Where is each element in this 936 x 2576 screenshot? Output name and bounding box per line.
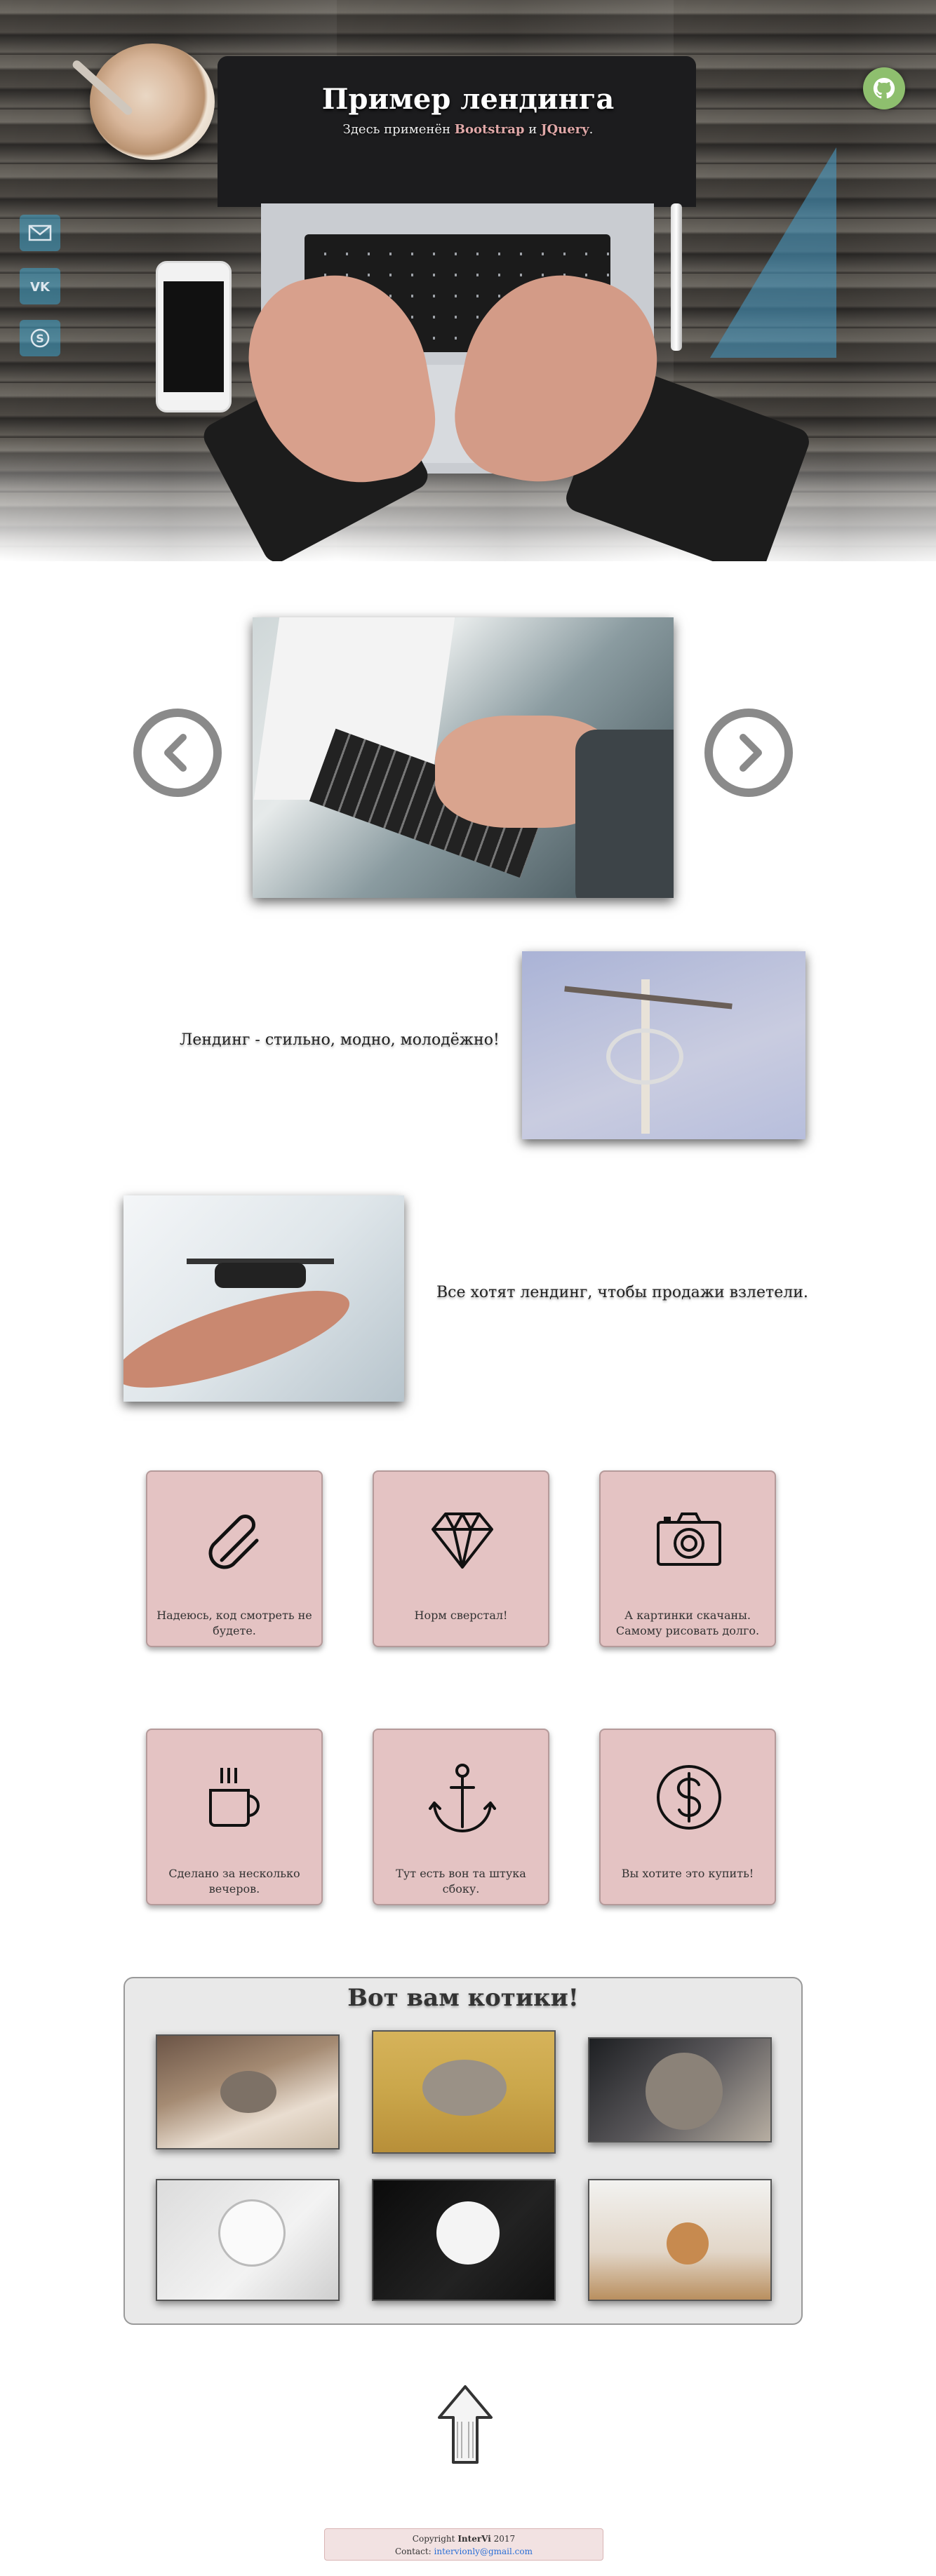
cats-title: Вот вам котики! [347,1984,579,2012]
cats-gallery: Вот вам котики! [123,1977,803,2325]
diamond-icon [432,1512,493,1569]
carousel-prev-button[interactable] [133,709,222,797]
vk-icon: VK [30,280,51,295]
tile-caption: Вы хотите это купить! [621,1867,754,1880]
cat-photo-3[interactable] [588,2037,772,2142]
cat-photo-6[interactable] [588,2179,772,2301]
jquery-highlight: JQuery [540,122,589,137]
pen-photo [671,203,682,351]
skype-icon: S [30,328,50,348]
carousel-next-button[interactable] [704,709,793,797]
camera-icon [657,1512,721,1566]
smartphone-photo [156,261,232,412]
ruler-triangle-photo [710,147,836,358]
page-subtitle: Здесь применён Bootstrap и JQuery. [0,122,936,137]
feature-tile-paperclip: Надеюсь, код смотреть не будете. [146,1470,323,1647]
github-icon [873,77,895,99]
feature-tile-coffee: Сделано за несколько вечеров. [146,1729,323,1905]
contact-label: Contact: [395,2547,432,2556]
skype-link[interactable]: S [20,320,60,356]
subtitle-and: и [528,122,537,137]
drone-photo [123,1195,404,1402]
feature-text-1: Лендинг - стильно, модно, молодёжно! [180,1031,500,1049]
vk-link[interactable]: VK [20,268,60,304]
tile-caption: А картинки скачаны. Самому рисовать долг… [615,1609,760,1637]
tile-caption: Надеюсь, код смотреть не будете. [156,1609,312,1637]
copyright-year: 2017 [493,2534,516,2544]
feature-tile-camera: А картинки скачаны. Самому рисовать долг… [599,1470,776,1647]
paperclip-icon [208,1515,259,1569]
contact-email-link[interactable]: intervionly@gmail.com [434,2547,533,2556]
feature-tile-anchor: Тут есть вон та штука сбоку. [373,1729,549,1905]
subtitle-end: . [589,122,594,137]
tile-caption: Сделано за несколько вечеров. [168,1867,300,1896]
hero-header: Пример лендинга Здесь применён Bootstrap… [0,0,936,561]
chevron-left-icon [164,734,187,772]
feature-tile-dollar: Вы хотите это купить! [599,1729,776,1905]
carousel-slide-image [253,617,674,898]
brand-name: InterVi [457,2534,491,2544]
bootstrap-highlight: Bootstrap [454,122,525,137]
feature-tile-diamond: Норм сверстал! [373,1470,549,1647]
mail-icon [28,224,52,241]
dollar-icon [657,1765,721,1830]
svg-text:VK: VK [30,280,51,295]
anchor-icon [429,1764,496,1832]
svg-text:S: S [36,332,44,345]
cat-photo-4[interactable] [156,2179,340,2301]
chevron-right-icon [740,734,762,772]
github-link[interactable] [863,67,905,109]
arrow-up-icon [438,2385,493,2464]
page-title: Пример лендинга [321,83,615,116]
mail-link[interactable] [20,215,60,251]
page-footer: Copyright InterVi 2017 Contact: intervio… [324,2528,603,2561]
cat-photo-1[interactable] [156,2034,340,2149]
weathervane-photo [522,951,805,1139]
coffee-cup-icon [209,1768,260,1827]
feature-text-2: Все хотят лендинг, чтобы продажи взлетел… [436,1284,808,1301]
scroll-to-top-button[interactable] [436,2384,494,2467]
subtitle-text: Здесь применён [342,122,450,137]
copyright-label: Copyright [412,2534,455,2544]
tile-caption: Тут есть вон та штука сбоку. [396,1867,526,1896]
tile-caption: Норм сверстал! [414,1609,508,1622]
contact-line: Contact: intervionly@gmail.com [325,2545,603,2558]
cat-photo-5[interactable] [372,2179,556,2301]
copyright-line: Copyright InterVi 2017 [325,2533,603,2545]
cat-photo-2[interactable] [372,2030,556,2154]
image-carousel [0,610,936,905]
